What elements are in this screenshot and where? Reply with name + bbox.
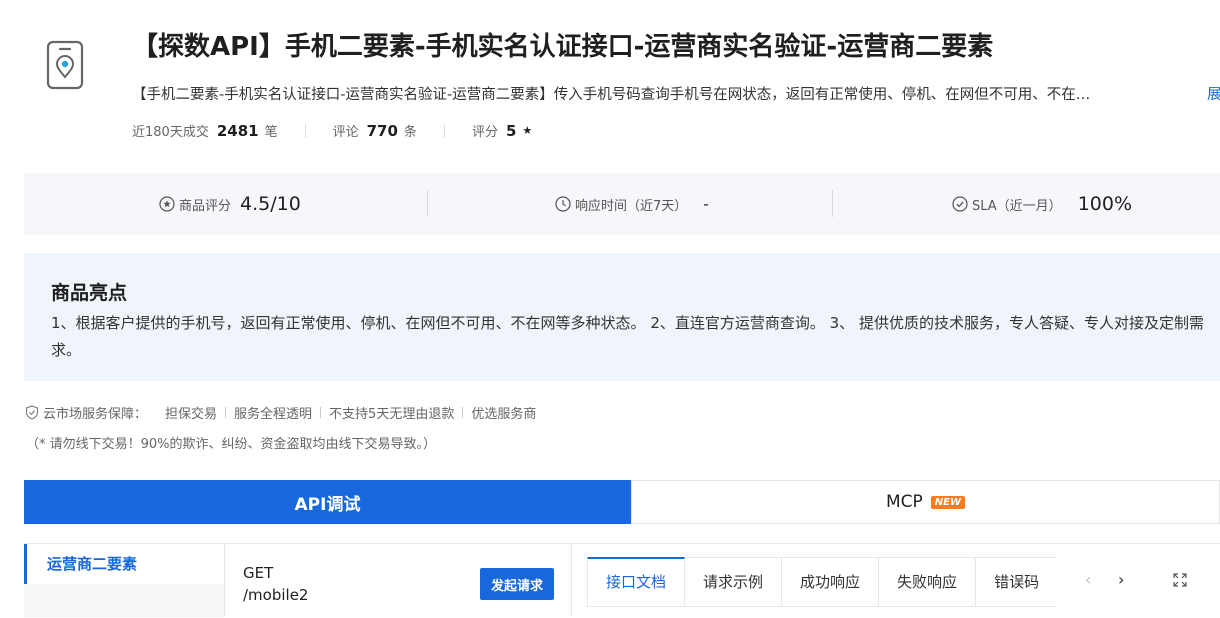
endpoint-path: /mobile2 — [243, 586, 309, 604]
star-circle-icon — [159, 196, 175, 212]
metric-product-rating: 商品评分 4.5/10 — [159, 173, 301, 235]
tab-request-example[interactable]: 请求示例 — [685, 557, 783, 607]
tab-mcp-label: MCP — [885, 492, 923, 512]
sidebar-item-carrier-two-factor[interactable]: 运营商二要素 — [24, 544, 224, 584]
stats-divider — [304, 123, 306, 138]
chevron-left-icon[interactable]: ‹ — [1085, 570, 1091, 589]
metric-label: SLA（近一月） — [972, 198, 1062, 214]
metrics-bar: 商品评分 4.5/10 响应时间（近7天） - SLA（近一月） 100% — [24, 173, 1220, 235]
reviews-value: 770 — [366, 121, 398, 140]
guarantee-item: 不支持5天无理由退款 — [329, 407, 455, 422]
fullscreen-icon[interactable] — [1172, 572, 1188, 592]
tab-failure-response[interactable]: 失败响应 — [879, 557, 977, 607]
guarantee-divider — [320, 407, 322, 418]
service-guarantee: 云市场服务保障： 担保交易 服务全程透明 不支持5天无理由退款 优选服务商 — [25, 403, 536, 422]
clock-icon — [555, 196, 571, 212]
check-circle-icon — [952, 196, 968, 212]
expand-description-link[interactable]: 展 — [1207, 83, 1220, 104]
sales-unit: 笔 — [264, 125, 278, 140]
rating-label: 评分 — [471, 125, 498, 140]
metric-response-time: 响应时间（近7天） - — [555, 173, 709, 235]
metric-label: 响应时间（近7天） — [575, 198, 688, 214]
shield-check-icon — [25, 405, 39, 420]
star-icon: ★ — [522, 124, 533, 137]
doc-tabs: 接口文档 请求示例 成功响应 失败响应 错误码 — [587, 557, 1058, 607]
metric-value: - — [703, 195, 709, 213]
guarantee-item: 服务全程透明 — [234, 407, 313, 422]
stats-divider — [443, 123, 445, 138]
metric-label: 商品评分 — [179, 198, 232, 214]
http-method: GET — [243, 564, 274, 582]
tab-error-codes[interactable]: 错误码 — [976, 557, 1058, 607]
sales-label: 近180天成交 — [132, 125, 209, 140]
guarantee-lead: 云市场服务保障： — [43, 407, 148, 422]
metrics-divider — [832, 190, 833, 217]
api-sidebar: 运营商二要素 — [24, 544, 225, 617]
guarantee-item: 担保交易 — [165, 407, 218, 422]
metric-value: 4.5/10 — [240, 193, 301, 215]
offline-trade-warning: （* 请勿线下交易！90%的欺诈、纠纷、资金盗取均由线下交易导致。） — [26, 437, 437, 452]
metric-value: 100% — [1077, 193, 1133, 215]
guarantee-item: 优选服务商 — [471, 407, 537, 422]
product-highlights: 商品亮点 1、根据客户提供的手机号，返回有正常使用、停机、在网但不可用、不在网等… — [24, 253, 1220, 381]
sidebar-empty-area — [24, 584, 224, 617]
tab-success-response[interactable]: 成功响应 — [782, 557, 880, 607]
reviews-label: 评论 — [332, 125, 359, 140]
product-stats: 近180天成交 2481 笔 评论 770 条 评分 5 ★ — [132, 121, 533, 141]
tab-mcp[interactable]: MCP NEW — [631, 480, 1220, 524]
tab-api-debug[interactable]: API调试 — [24, 480, 631, 524]
reviews-unit: 条 — [403, 125, 417, 140]
guarantee-divider — [462, 407, 464, 418]
highlights-title: 商品亮点 — [51, 282, 128, 304]
send-request-button[interactable]: 发起请求 — [480, 568, 554, 600]
metrics-divider — [427, 190, 428, 217]
product-description: 【手机二要素-手机实名认证接口-运营商实名验证-运营商二要素】传入手机号码查询手… — [132, 87, 1091, 103]
tab-api-label: API调试 — [294, 494, 361, 515]
chevron-right-icon[interactable]: › — [1118, 570, 1124, 589]
metric-sla: SLA（近一月） 100% — [952, 173, 1132, 235]
sales-value: 2481 — [216, 121, 259, 140]
tab-api-docs[interactable]: 接口文档 — [587, 557, 686, 607]
rating-value: 5 — [505, 121, 517, 140]
page-title: 【探数API】手机二要素-手机实名认证接口-运营商实名验证-运营商二要素 — [132, 32, 994, 62]
request-panel: GET /mobile2 发起请求 — [225, 544, 572, 617]
new-badge: NEW — [930, 495, 966, 509]
product-location-icon — [46, 40, 84, 90]
highlights-text: 1、根据客户提供的手机号，返回有正常使用、停机、在网但不可用、不在网等多种状态。… — [51, 314, 1204, 359]
guarantee-divider — [225, 407, 227, 418]
